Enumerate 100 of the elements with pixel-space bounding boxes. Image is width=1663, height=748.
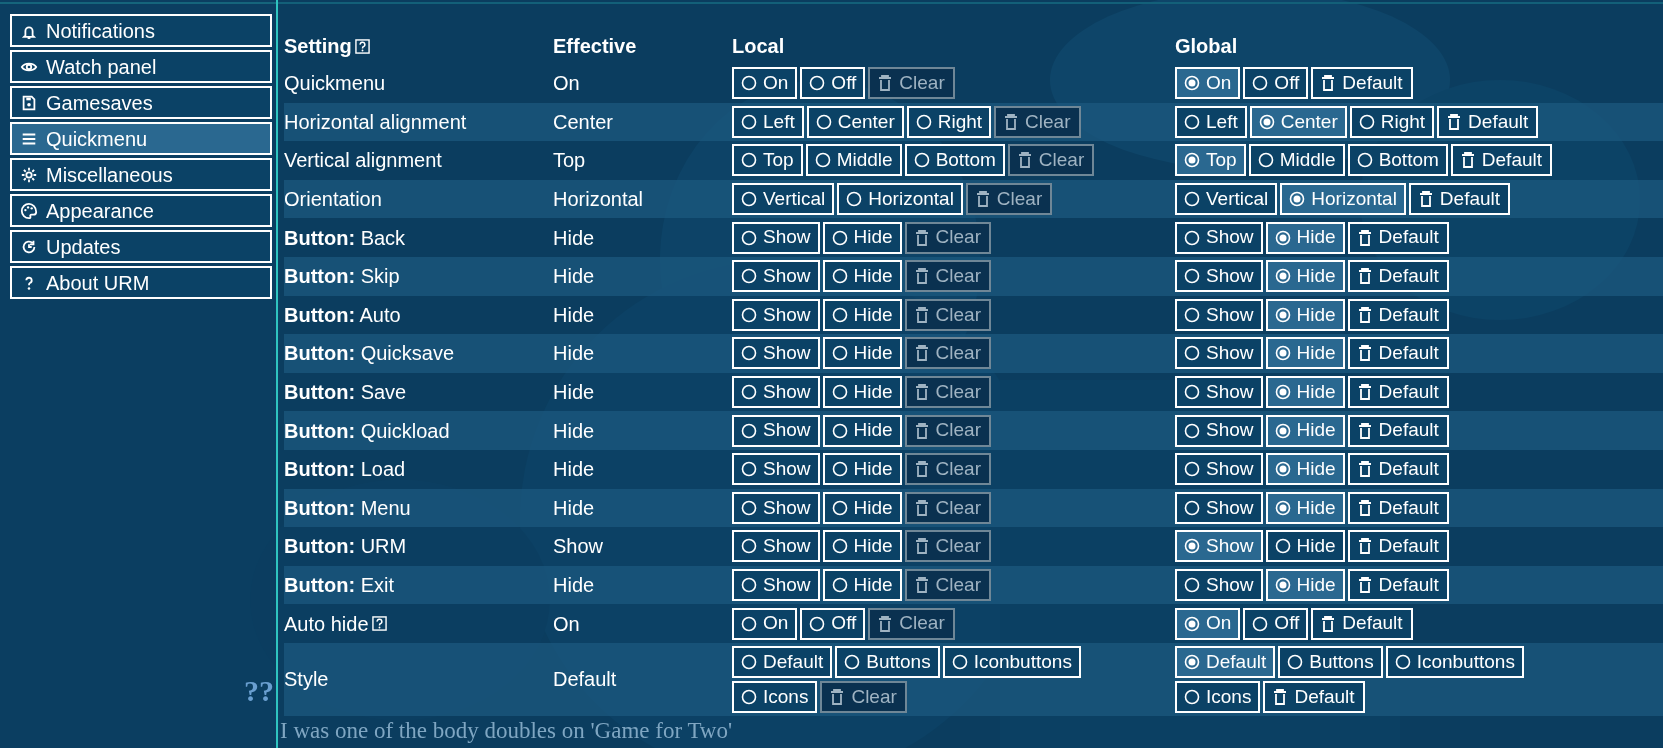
reset-button[interactable]: Default: [1347, 260, 1449, 293]
reset-button[interactable]: Default: [1347, 337, 1449, 370]
radio-button[interactable]: Hide: [822, 491, 902, 524]
sidebar-item[interactable]: Appearance: [10, 194, 272, 227]
radio-button[interactable]: Hide: [822, 376, 902, 409]
radio-button[interactable]: Show: [1175, 337, 1263, 370]
radio-button[interactable]: On: [732, 607, 798, 640]
radio-button[interactable]: Off: [800, 67, 866, 100]
radio-button[interactable]: Icons: [1175, 680, 1261, 713]
reset-button[interactable]: Default: [1347, 491, 1449, 524]
radio-button[interactable]: Default: [732, 645, 833, 678]
radio-button[interactable]: Show: [732, 414, 820, 447]
radio-button[interactable]: Buttons: [835, 645, 940, 678]
radio-button[interactable]: Center: [1249, 105, 1347, 138]
radio-button[interactable]: Horizontal: [1280, 183, 1406, 216]
reset-button[interactable]: Default: [1347, 376, 1449, 409]
radio-button[interactable]: Hide: [822, 298, 902, 331]
radio-button[interactable]: Show: [1175, 298, 1263, 331]
radio-button[interactable]: Off: [1243, 607, 1309, 640]
radio-button[interactable]: Hide: [1265, 376, 1345, 409]
radio-button[interactable]: On: [1175, 607, 1241, 640]
radio-button[interactable]: Iconbuttons: [942, 645, 1081, 678]
radio-button[interactable]: Show: [1175, 569, 1263, 601]
radio-button[interactable]: Top: [1175, 144, 1246, 177]
reset-button[interactable]: Default: [1437, 105, 1539, 138]
reset-button[interactable]: Default: [1408, 183, 1511, 216]
reset-button[interactable]: Default: [1311, 67, 1413, 100]
radio-button[interactable]: Bottom: [1347, 144, 1448, 177]
radio-button[interactable]: Hide: [822, 453, 902, 486]
radio-button[interactable]: Hide: [1265, 491, 1345, 524]
radio-button[interactable]: Show: [732, 569, 820, 601]
radio-button[interactable]: Top: [732, 144, 803, 177]
radio-button[interactable]: Show: [732, 491, 820, 524]
reset-button[interactable]: Default: [1311, 607, 1413, 640]
sidebar-item[interactable]: About URM: [10, 266, 272, 299]
radio-button[interactable]: Center: [806, 105, 904, 138]
radio-button[interactable]: Hide: [1265, 260, 1345, 293]
radio-button[interactable]: Show: [1175, 453, 1263, 486]
radio-button[interactable]: Show: [732, 260, 820, 293]
reset-button[interactable]: Default: [1347, 414, 1449, 447]
radio-button[interactable]: Off: [1243, 67, 1309, 100]
reset-button[interactable]: Default: [1347, 221, 1449, 254]
radio-button[interactable]: On: [732, 67, 798, 100]
radio-button[interactable]: Hide: [1265, 414, 1345, 447]
reset-button[interactable]: Default: [1263, 680, 1365, 713]
radio-button[interactable]: Show: [732, 221, 820, 254]
radio-button[interactable]: Horizontal: [837, 183, 963, 216]
radio-button[interactable]: Hide: [822, 414, 902, 447]
radio-button[interactable]: Hide: [1265, 453, 1345, 486]
radio-button[interactable]: Hide: [1265, 221, 1345, 254]
radio-button[interactable]: Show: [1175, 260, 1263, 293]
radio-button[interactable]: Hide: [822, 337, 902, 370]
radio-button[interactable]: Hide: [822, 530, 902, 563]
radio-button[interactable]: Icons: [732, 680, 818, 713]
radio-button[interactable]: Hide: [1265, 569, 1345, 601]
sidebar-item[interactable]: Updates: [10, 230, 272, 263]
sidebar-item[interactable]: Watch panel: [10, 50, 272, 83]
reset-button[interactable]: Default: [1347, 453, 1449, 486]
radio-button[interactable]: Middle: [805, 144, 902, 177]
radio-button[interactable]: Show: [732, 376, 820, 409]
radio-button[interactable]: Show: [1175, 414, 1263, 447]
reset-button[interactable]: Default: [1347, 569, 1449, 601]
radio-button[interactable]: Hide: [1265, 337, 1345, 370]
radio-button[interactable]: Right: [1349, 105, 1435, 138]
sidebar-item[interactable]: Quickmenu: [10, 122, 272, 155]
radio-button[interactable]: Hide: [822, 569, 902, 601]
radio-button[interactable]: Bottom: [904, 144, 1005, 177]
radio-button[interactable]: Show: [1175, 530, 1263, 563]
radio-button[interactable]: On: [1175, 67, 1241, 100]
help-icon[interactable]: [354, 38, 370, 54]
trash-icon: [914, 422, 929, 439]
reset-button[interactable]: Default: [1450, 144, 1553, 177]
radio-button[interactable]: Show: [1175, 221, 1263, 254]
reset-button[interactable]: Default: [1347, 530, 1449, 563]
reset-button[interactable]: Default: [1347, 298, 1449, 331]
radio-button[interactable]: Hide: [822, 260, 902, 293]
radio-button[interactable]: Vertical: [732, 183, 835, 216]
radio-button[interactable]: Iconbuttons: [1385, 645, 1524, 678]
radio-icon: [831, 384, 848, 401]
radio-button[interactable]: Left: [1175, 105, 1247, 138]
radio-button[interactable]: Buttons: [1278, 645, 1383, 678]
radio-button[interactable]: Hide: [1265, 298, 1345, 331]
radio-button[interactable]: Show: [732, 337, 820, 370]
radio-button[interactable]: Off: [800, 607, 866, 640]
radio-button[interactable]: Vertical: [1175, 183, 1278, 216]
radio-button[interactable]: Show: [732, 298, 820, 331]
help-icon[interactable]: [371, 616, 387, 632]
radio-button[interactable]: Hide: [1265, 530, 1345, 563]
radio-button[interactable]: Middle: [1248, 144, 1345, 177]
radio-button[interactable]: Show: [732, 530, 820, 563]
radio-button[interactable]: Default: [1175, 645, 1276, 678]
radio-button[interactable]: Hide: [822, 221, 902, 254]
radio-button[interactable]: Left: [732, 105, 804, 138]
radio-button[interactable]: Show: [1175, 491, 1263, 524]
radio-button[interactable]: Show: [1175, 376, 1263, 409]
sidebar-item[interactable]: Notifications: [10, 14, 272, 47]
sidebar-item[interactable]: Miscellaneous: [10, 158, 272, 191]
radio-button[interactable]: Right: [906, 105, 992, 138]
sidebar-item[interactable]: Gamesaves: [10, 86, 272, 119]
radio-button[interactable]: Show: [732, 453, 820, 486]
